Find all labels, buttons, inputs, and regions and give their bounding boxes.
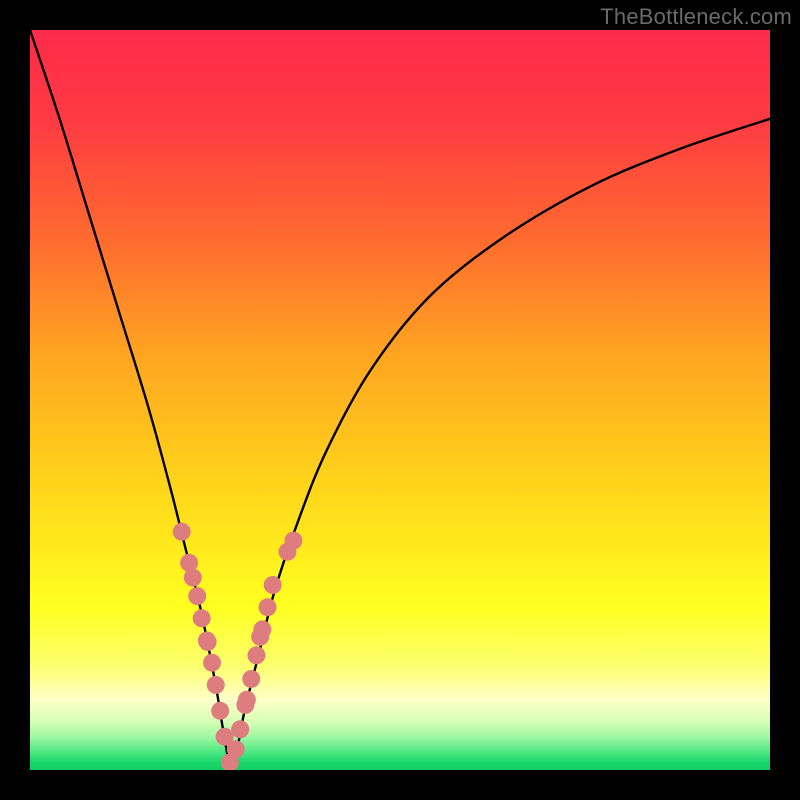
curve-layer bbox=[30, 30, 770, 770]
sample-point bbox=[247, 646, 265, 664]
sample-points-group bbox=[173, 523, 303, 770]
plot-area bbox=[30, 30, 770, 770]
sample-point bbox=[211, 702, 229, 720]
sample-point bbox=[284, 532, 302, 550]
sample-point bbox=[242, 670, 260, 688]
sample-point bbox=[207, 676, 225, 694]
sample-point bbox=[173, 523, 191, 541]
outer-frame: TheBottleneck.com bbox=[0, 0, 800, 800]
sample-point bbox=[184, 569, 202, 587]
sample-point bbox=[238, 691, 256, 709]
sample-point bbox=[199, 633, 217, 651]
sample-point bbox=[227, 740, 245, 758]
sample-point bbox=[203, 654, 221, 672]
sample-point bbox=[253, 620, 271, 638]
sample-point bbox=[193, 609, 211, 627]
sample-point bbox=[264, 576, 282, 594]
sample-point bbox=[259, 598, 277, 616]
sample-point bbox=[231, 720, 249, 738]
watermark-text: TheBottleneck.com bbox=[600, 4, 792, 30]
bottleneck-curve bbox=[30, 30, 770, 763]
sample-point bbox=[188, 587, 206, 605]
